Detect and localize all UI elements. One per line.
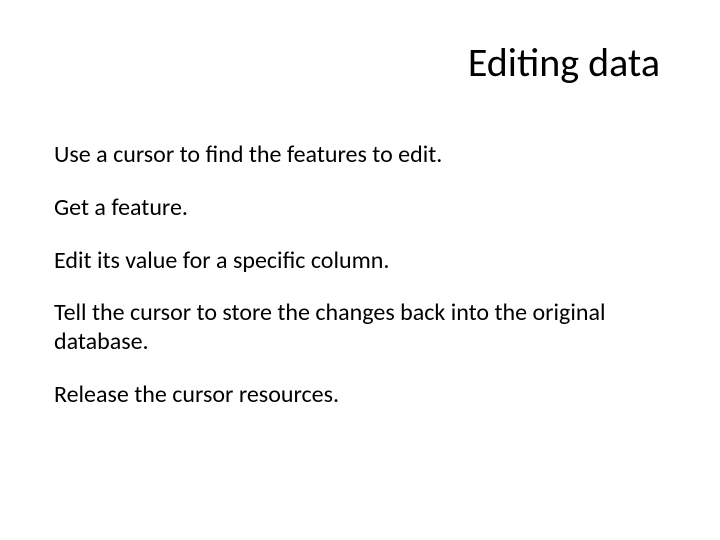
body-paragraph: Tell the cursor to store the changes bac… — [54, 299, 666, 357]
body-paragraph: Get a feature. — [54, 194, 666, 223]
body-paragraph: Edit its value for a specific column. — [54, 247, 666, 276]
body-paragraph: Release the cursor resources. — [54, 381, 666, 410]
presentation-slide: Editing data Use a cursor to find the fe… — [0, 0, 720, 540]
body-paragraph: Use a cursor to find the features to edi… — [54, 141, 666, 170]
slide-body: Use a cursor to find the features to edi… — [0, 117, 720, 410]
slide-title: Editing data — [0, 0, 720, 117]
